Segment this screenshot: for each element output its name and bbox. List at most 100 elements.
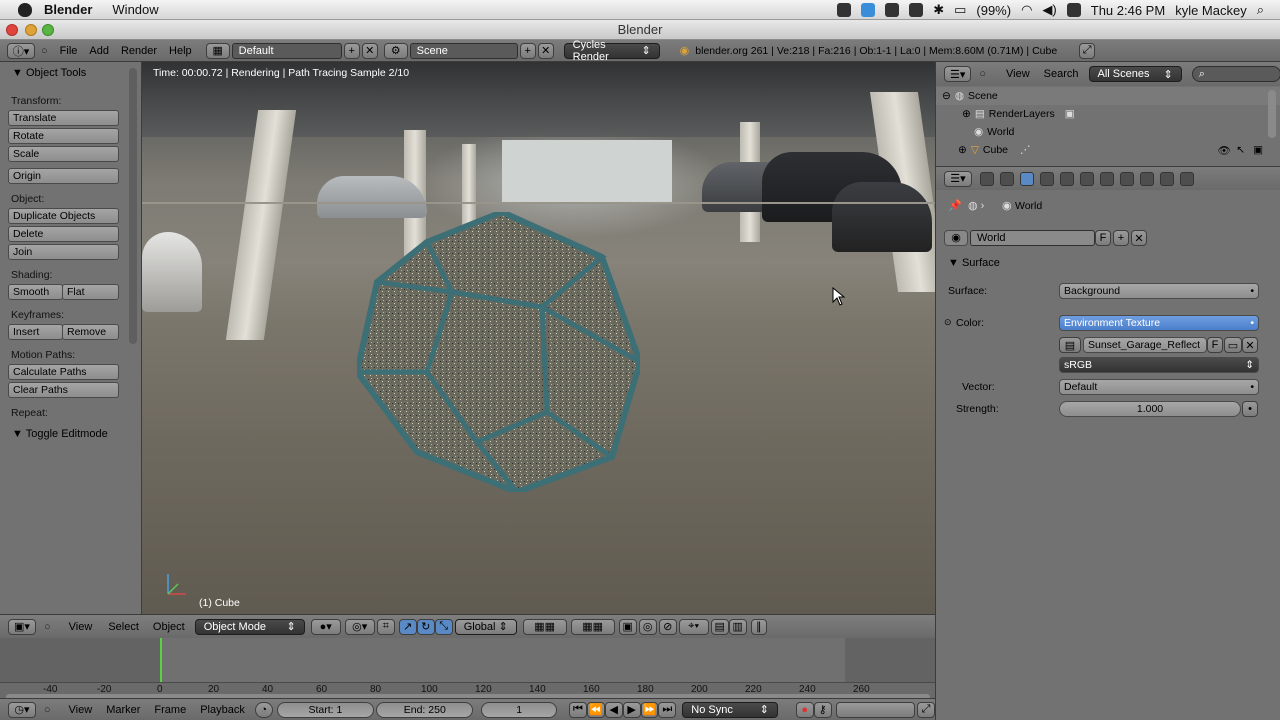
transform-orientation-select[interactable]: Global ⇕	[454, 618, 517, 635]
delete-scene-button[interactable]: ✕	[537, 42, 554, 59]
outliner-scrollbar[interactable]	[1268, 90, 1276, 138]
link-socket-icon[interactable]: ⊙	[944, 317, 952, 328]
outliner-row-scene[interactable]: ⊖ ◍ Scene	[936, 87, 1280, 105]
join-button[interactable]: Join	[8, 244, 119, 260]
editor-type-outliner-icon[interactable]: ☰▾	[944, 66, 972, 82]
battery-icon[interactable]: ▭	[954, 2, 966, 18]
lock-layers-icon[interactable]: ▣	[618, 618, 637, 635]
scale-button[interactable]: Scale	[8, 146, 119, 162]
editor-type-3dview-icon[interactable]: ▣▾	[8, 618, 36, 635]
menu-view[interactable]: View	[1006, 68, 1030, 80]
world-add-button[interactable]: +	[1113, 230, 1129, 246]
render-tab-icon[interactable]	[980, 171, 994, 186]
jump-start-icon[interactable]: ⏮	[568, 701, 587, 718]
clock[interactable]: Thu 2:46 PM	[1091, 3, 1165, 18]
split-area-icon[interactable]: ∥	[750, 618, 767, 635]
close-window-button[interactable]	[6, 24, 18, 36]
menu-view[interactable]: View	[69, 621, 93, 633]
mode-select[interactable]: Object Mode ⇕	[194, 618, 305, 635]
image-open-folder-icon[interactable]: ▭	[1224, 337, 1242, 353]
screen-layout-icon[interactable]: ▦	[205, 42, 230, 59]
current-frame-marker[interactable]	[160, 638, 162, 684]
screen-layout-field[interactable]: Default	[231, 42, 342, 59]
smooth-button[interactable]: Smooth	[8, 284, 63, 300]
pivot-point-icon[interactable]: ◎▾	[344, 618, 375, 635]
particles-tab-icon[interactable]	[1160, 171, 1174, 186]
user-name[interactable]: kyle Mackey	[1175, 3, 1247, 18]
collapse-menu-icon[interactable]: ○	[44, 621, 51, 633]
spotlight-icon[interactable]: ⌕	[1257, 2, 1264, 18]
color-input-select[interactable]: Environment Texture •	[1059, 315, 1259, 331]
rotate-manipulator-icon[interactable]: ↻	[416, 618, 435, 635]
end-frame-field[interactable]: End: 250	[376, 701, 474, 718]
menu-render[interactable]: Render	[121, 45, 157, 57]
wifi-icon[interactable]: ◠	[1021, 2, 1032, 18]
world-tab-icon[interactable]	[1020, 171, 1034, 186]
selectability-cursor-icon[interactable]: ↖	[1236, 144, 1245, 156]
renderability-camera-icon[interactable]: ▣	[1253, 144, 1263, 156]
app-menu[interactable]: Blender	[44, 2, 92, 17]
object-tab-icon[interactable]	[1040, 171, 1054, 186]
strength-field[interactable]: 1.000	[1059, 401, 1241, 417]
zoom-window-button[interactable]	[42, 24, 54, 36]
translate-button[interactable]: Translate	[8, 110, 119, 126]
screen-icon[interactable]	[837, 3, 852, 17]
remove-keyframe-button[interactable]: Remove	[62, 324, 119, 340]
menu-select[interactable]: Select	[108, 621, 139, 633]
menu-frame[interactable]: Frame	[154, 704, 186, 716]
jump-keyframe-forward-icon[interactable]: ⏩	[640, 701, 659, 718]
world-browse-icon[interactable]: ◉	[944, 230, 968, 246]
calendar-icon[interactable]	[1066, 3, 1081, 17]
menu-marker[interactable]: Marker	[106, 704, 140, 716]
data-tab-icon[interactable]	[1100, 171, 1114, 186]
editor-type-info-icon[interactable]: ⓘ▾	[7, 42, 35, 59]
image-name-field[interactable]: Sunset_Garage_Reflect	[1083, 337, 1207, 353]
surface-shader-select[interactable]: Background •	[1059, 283, 1259, 299]
image-browse-icon[interactable]: ▤	[1059, 337, 1081, 353]
duplicate-objects-button[interactable]: Duplicate Objects	[8, 208, 119, 224]
delete-button[interactable]: Delete	[8, 226, 119, 242]
keying-set-field[interactable]	[835, 701, 916, 718]
constraints-tab-icon[interactable]	[1060, 171, 1074, 186]
bluetooth-icon[interactable]: ✱	[933, 2, 944, 18]
menu-add[interactable]: Add	[89, 45, 109, 57]
flat-button[interactable]: Flat	[62, 284, 119, 300]
translate-manipulator-icon[interactable]: ↗	[398, 618, 417, 635]
world-fake-user-button[interactable]: F	[1095, 230, 1111, 246]
outliner-row-renderlayers[interactable]: ⊕ ▤ RenderLayers ▣	[936, 105, 1280, 123]
clear-paths-button[interactable]: Clear Paths	[8, 382, 119, 398]
vector-input-select[interactable]: Default •	[1059, 379, 1259, 395]
world-name-field[interactable]: World	[970, 230, 1095, 246]
tool-shelf-scrollbar[interactable]	[129, 68, 137, 344]
current-frame-field[interactable]: 1	[481, 701, 557, 718]
jump-keyframe-back-icon[interactable]: ⏪	[586, 701, 605, 718]
snap-toggle-icon[interactable]: ⊘	[658, 618, 677, 635]
outliner-search-input[interactable]: ⌕	[1191, 66, 1280, 82]
menu-search[interactable]: Search	[1044, 68, 1079, 80]
menu-file[interactable]: File	[60, 45, 78, 57]
play-icon[interactable]: ▶	[622, 701, 641, 718]
editor-type-properties-icon[interactable]: ☰▾	[944, 170, 972, 187]
strength-socket-icon[interactable]: •	[1242, 401, 1258, 417]
scene-tab-icon[interactable]	[1000, 171, 1014, 186]
add-screen-button[interactable]: +	[343, 42, 360, 59]
start-frame-field[interactable]: Start: 1	[276, 701, 375, 718]
split-area-icon[interactable]: ⤢	[917, 701, 935, 718]
fullscreen-icon[interactable]: ⤢	[1079, 42, 1096, 59]
render-viewport[interactable]: Time: 00:00.72 | Rendering | Path Tracin…	[142, 62, 935, 614]
render-anim-opengl-icon[interactable]: ▥	[728, 618, 747, 635]
layers-grid-2-icon[interactable]: ▦▦	[570, 618, 615, 635]
sync-mode-select[interactable]: No Sync ⇕	[682, 701, 778, 718]
scene-field[interactable]: Scene	[409, 42, 518, 59]
outliner-row-cube[interactable]: ⊕ ▽ Cube ⋰ 👁 ↖ ▣	[936, 141, 1280, 159]
snap-element-icon[interactable]: ⌖▾	[678, 618, 709, 635]
dropbox-icon[interactable]	[861, 3, 876, 17]
collapse-menu-icon[interactable]: ○	[41, 45, 48, 57]
material-tab-icon[interactable]	[1120, 171, 1134, 186]
scale-manipulator-icon[interactable]: ⤡	[434, 618, 453, 635]
viewport-shading-icon[interactable]: ●▾	[310, 618, 341, 635]
color-space-select[interactable]: sRGB ⇕	[1059, 357, 1259, 373]
calculate-paths-button[interactable]: Calculate Paths	[8, 364, 119, 380]
apple-icon[interactable]	[18, 2, 32, 17]
timeline-area[interactable]: -40 -20 0 20 40 60 80 100 120 140 160 180 200 220 240 2…	[0, 638, 935, 700]
